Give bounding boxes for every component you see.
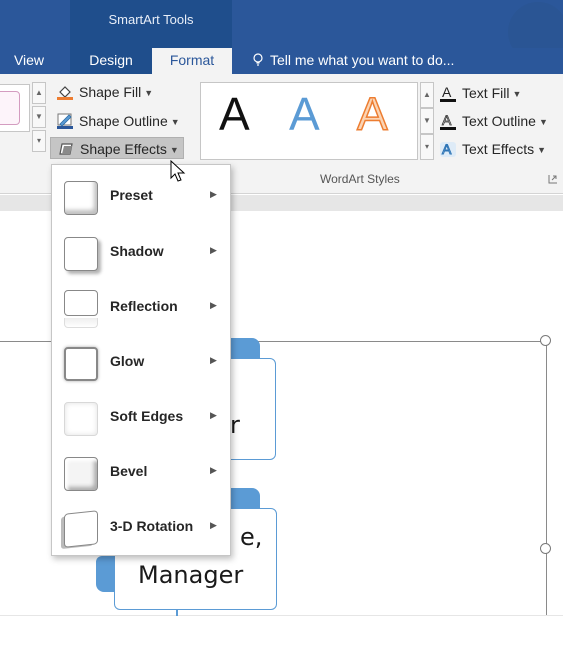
pencil-icon: [57, 113, 73, 129]
text-fill-label: Text Fill: [462, 85, 510, 101]
shape-effects-label: Shape Effects: [80, 141, 167, 157]
bevel-icon: [64, 457, 98, 491]
submenu-arrow-icon: ▶: [210, 245, 217, 255]
menu-item-label: Soft Edges: [110, 408, 184, 424]
wordart-sample-blue[interactable]: A: [289, 87, 320, 141]
context-tab-group-label: SmartArt Tools: [108, 12, 194, 27]
text-outline-icon: A: [440, 112, 456, 130]
glow-icon: [64, 347, 98, 381]
title-bar: SmartArt Tools: [0, 0, 563, 62]
menu-item-label: Bevel: [110, 463, 148, 479]
ribbon-tab-row: View Design Format Tell me what you want…: [0, 48, 563, 74]
menu-item-label: Reflection: [110, 298, 178, 314]
tell-me-box[interactable]: Tell me what you want to do...: [252, 48, 454, 74]
gallery-down-button[interactable]: ▼: [32, 106, 46, 128]
shape-outline-label: Shape Outline: [79, 113, 168, 129]
menu-item-reflection[interactable]: Reflection ▶: [52, 280, 230, 335]
shape-outline-button[interactable]: Shape Outline ▼: [56, 110, 180, 132]
chevron-down-icon: ▼: [169, 145, 179, 155]
wordart-styles-gallery[interactable]: A A A: [200, 82, 418, 160]
lightbulb-icon: [253, 53, 263, 66]
gallery-up-button[interactable]: ▲: [32, 82, 46, 104]
gallery-more-button[interactable]: ▾: [32, 130, 46, 152]
chevron-down-icon: ▼: [144, 88, 154, 98]
text-fill-button[interactable]: A Text Fill ▼: [440, 82, 521, 104]
shape-effects-button[interactable]: Shape Effects ▼: [50, 137, 184, 159]
node-text-1[interactable]: r: [230, 411, 240, 439]
text-fill-icon: A: [440, 84, 456, 102]
submenu-arrow-icon: ▶: [210, 189, 217, 199]
menu-item-bevel[interactable]: Bevel ▶: [52, 445, 230, 500]
wordart-more-button[interactable]: ▾: [420, 134, 434, 160]
svg-text:A: A: [442, 141, 452, 157]
node-text-2a[interactable]: e,: [240, 523, 262, 551]
smartart-tools-context: SmartArt Tools: [70, 0, 232, 48]
text-outline-button[interactable]: A Text Outline ▼: [440, 110, 548, 132]
chevron-down-icon: ▼: [537, 145, 547, 155]
wordart-up-button[interactable]: ▲: [420, 82, 434, 108]
chevron-down-icon: ▼: [538, 117, 548, 127]
shape-effects-menu: Preset ▶ Shadow ▶ Reflection ▶ Glow ▶ So…: [51, 164, 231, 556]
smartart-frame-right: [546, 341, 547, 615]
soft-edges-icon: [64, 402, 98, 436]
tab-format[interactable]: Format: [152, 48, 232, 74]
chevron-down-icon: ▼: [170, 117, 180, 127]
submenu-arrow-icon: ▶: [210, 300, 217, 310]
menu-item-label: Shadow: [110, 243, 164, 259]
shape-styles-scroll: ▲ ▼ ▾: [32, 82, 46, 156]
text-effects-button[interactable]: A Text Effects ▼: [440, 138, 546, 160]
paint-bucket-icon: [57, 86, 73, 100]
tell-me-text: Tell me what you want to do...: [270, 52, 455, 68]
node-connector: [176, 610, 178, 616]
page-gap: [0, 615, 563, 651]
menu-item-3d-rotation[interactable]: 3-D Rotation ▶: [52, 500, 230, 555]
menu-item-label: 3-D Rotation: [110, 518, 194, 534]
wordart-gallery-scroll: ▲ ▼ ▾: [420, 82, 434, 160]
mouse-pointer-icon: [170, 160, 186, 182]
dialog-launcher-icon[interactable]: [548, 174, 558, 184]
wordart-group-label: WordArt Styles: [320, 172, 400, 186]
reflection-mirror-icon: [64, 318, 98, 328]
shape-fill-button[interactable]: Shape Fill ▼: [56, 81, 153, 103]
menu-item-label: Glow: [110, 353, 145, 369]
text-effects-icon: A: [440, 141, 456, 158]
tab-design[interactable]: Design: [70, 48, 152, 74]
shape-effects-icon: [59, 143, 73, 155]
wordart-sample-black[interactable]: A: [219, 87, 250, 141]
menu-item-label: Preset: [110, 187, 153, 203]
preset-icon: [64, 181, 98, 215]
submenu-arrow-icon: ▶: [210, 410, 217, 420]
menu-item-glow[interactable]: Glow ▶: [52, 335, 230, 390]
submenu-arrow-icon: ▶: [210, 465, 217, 475]
node-text-2b[interactable]: Manager: [138, 561, 243, 589]
shape-fill-label: Shape Fill: [79, 84, 142, 100]
resize-handle-right[interactable]: [540, 543, 551, 554]
3d-rotation-icon: [64, 510, 98, 548]
text-effects-label: Text Effects: [462, 141, 535, 157]
shape-style-swatch[interactable]: [0, 91, 20, 125]
resize-handle-top-right[interactable]: [540, 335, 551, 346]
shadow-icon: [64, 237, 98, 271]
submenu-arrow-icon: ▶: [210, 355, 217, 365]
menu-item-shadow[interactable]: Shadow ▶: [52, 225, 230, 280]
wordart-sample-orange[interactable]: A: [356, 87, 388, 141]
submenu-arrow-icon: ▶: [210, 520, 217, 530]
tab-view[interactable]: View: [0, 48, 58, 74]
reflection-icon: [64, 290, 98, 316]
wordart-down-button[interactable]: ▼: [420, 108, 434, 134]
text-outline-label: Text Outline: [462, 113, 536, 129]
shape-styles-gallery[interactable]: [0, 84, 30, 132]
svg-text:A: A: [442, 84, 452, 100]
chevron-down-icon: ▼: [512, 89, 522, 99]
menu-item-soft-edges[interactable]: Soft Edges ▶: [52, 390, 230, 445]
svg-text:A: A: [442, 112, 452, 128]
menu-item-preset[interactable]: Preset ▶: [52, 169, 230, 224]
